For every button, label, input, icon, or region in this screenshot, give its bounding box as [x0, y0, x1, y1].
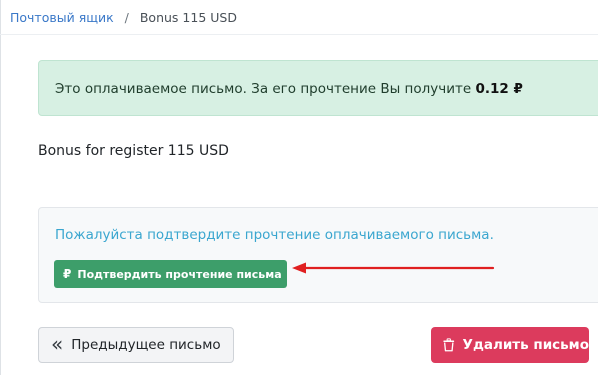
- annotation-arrow: [292, 262, 495, 274]
- double-chevron-left-icon: «: [51, 331, 64, 356]
- header-divider: [0, 34, 598, 35]
- breadcrumb-separator: /: [124, 10, 129, 25]
- paid-message-reward: 0.12 ₽: [475, 81, 523, 97]
- paid-message-alert: Это оплачиваемое письмо. За его прочтени…: [38, 60, 598, 116]
- confirm-read-button-label: Подтвердить прочтение письма: [77, 267, 282, 281]
- trash-icon: [443, 338, 455, 352]
- breadcrumb-current: Bonus 115 USD: [139, 10, 237, 25]
- confirm-read-button[interactable]: ₽ Подтвердить прочтение письма: [54, 260, 287, 288]
- confirm-read-prompt: Пожалуйста подтвердите прочтение оплачив…: [55, 227, 494, 243]
- message-body: Bonus for register 115 USD: [38, 143, 229, 159]
- breadcrumb: Почтовый ящик / Bonus 115 USD: [10, 9, 237, 27]
- ruble-icon: ₽: [63, 267, 72, 281]
- previous-message-button[interactable]: « Предыдущее письмо: [38, 327, 234, 363]
- previous-message-label: Предыдущее письмо: [71, 337, 221, 353]
- delete-message-label: Удалить письмо: [462, 337, 589, 353]
- breadcrumb-mailbox-link[interactable]: Почтовый ящик: [10, 10, 114, 25]
- left-edge-divider: [0, 0, 1, 375]
- paid-message-text: Это оплачиваемое письмо. За его прочтени…: [55, 81, 472, 97]
- delete-message-button[interactable]: Удалить письмо: [431, 327, 589, 363]
- confirm-read-card: Пожалуйста подтвердите прочтение оплачив…: [38, 207, 598, 303]
